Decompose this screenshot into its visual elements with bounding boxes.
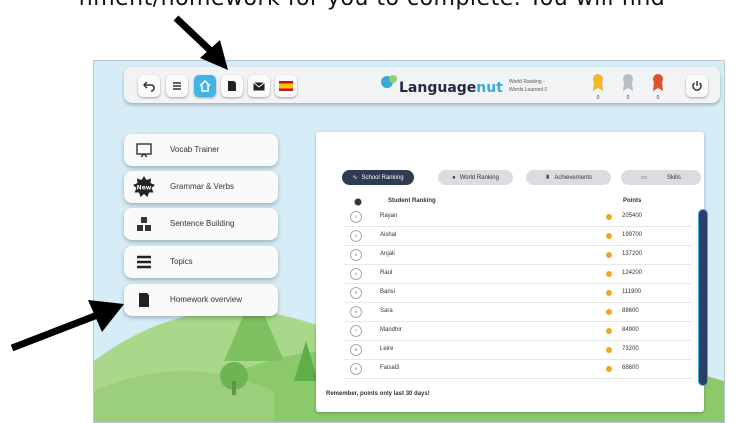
globe-header-icon [354,198,362,206]
rank-number: 5 [350,287,362,299]
table-row: 9 Faisal3 68600 [344,360,692,379]
table-row: 3 Anjali 137200 [344,246,692,265]
rank-number: 1 [350,211,362,223]
menu-button[interactable] [166,75,188,97]
languagenut-logo-icon [381,75,397,88]
mail-button[interactable] [248,75,270,97]
back-icon [143,81,155,92]
tab-achievements[interactable]: ♜ Achievements [526,170,611,185]
menu-icon [173,82,181,90]
table-row: 8 Leire 73200 [344,341,692,360]
vocab-trainer-button[interactable]: Vocab Trainer [124,134,278,166]
rank-number: 4 [350,268,362,280]
coin-icon [606,252,612,258]
table-row: 7 Mandhir 84900 [344,322,692,341]
tab-world-ranking[interactable]: ● World Ranking [438,170,513,185]
student-ranking-header: Student Ranking [388,198,436,204]
coin-icon [606,309,612,315]
coin-icon [606,214,612,220]
rank-number: 2 [350,230,362,242]
student-name: Raul [380,270,393,276]
student-name: Leire [380,346,394,352]
rank-number: 6 [350,306,362,318]
table-row: 2 Aishal 199700 [344,227,692,246]
rank-number: 7 [350,325,362,337]
table-row: 1 Rayan 205400 [344,208,692,227]
home-icon [199,80,211,92]
globe-icon: ● [452,174,456,181]
silver-medal-icon [623,74,633,91]
gold-medal-icon [593,74,603,91]
skills-icon: ▭ [641,175,647,181]
student-points: 111900 [622,289,642,295]
homework-icon [228,81,236,91]
student-points: 84900 [622,327,639,333]
student-name: Bansi [380,289,396,295]
coin-icon [606,233,612,239]
student-points: 205400 [622,213,643,219]
language-button[interactable] [275,75,297,97]
coin-icon [606,290,612,296]
silver-medal: 0 [620,73,636,101]
student-name: Anjali [380,251,395,257]
back-button[interactable] [138,75,160,97]
student-name: Aishal [380,232,397,238]
student-name: Sara [380,308,393,314]
logo-text: Languagenut [399,80,503,96]
points-note: Remember, points only last 30 days! [326,391,430,397]
homework-overview-button[interactable]: Homework overview [124,284,278,316]
tab-school-ranking[interactable]: ∿ School Ranking [342,170,414,185]
blocks-icon [137,217,151,231]
coin-icon [606,271,612,277]
student-name: Faisal3 [380,365,400,371]
gold-medal: 0 [590,73,606,101]
arrow-top-icon [173,15,228,70]
student-points: 124200 [622,270,643,276]
new-badge-text: New [137,185,152,192]
arrow-left-icon [10,300,124,352]
table-row: 6 Sara 88600 [344,303,692,322]
coin-icon [606,347,612,353]
grammar-verbs-button[interactable]: New Grammar & Verbs [124,171,278,203]
scrollbar[interactable] [698,209,708,386]
trophy-icon: ♜ [544,175,551,181]
homework-book-icon [139,293,149,307]
mail-icon [253,81,265,90]
coin-icon [606,328,612,334]
rank-number: 8 [350,344,362,356]
student-points: 199700 [622,232,643,238]
power-icon [692,81,702,91]
homework-button[interactable] [221,75,243,97]
student-points: 68600 [622,365,639,371]
topics-button[interactable]: Topics [124,246,278,278]
student-name: Mandhir [380,327,402,333]
table-row: 5 Bansi 111900 [344,284,692,303]
activity-icon: ∿ [352,175,358,181]
bronze-medal: 0 [650,73,666,101]
coin-icon [606,366,612,372]
spain-flag-icon [279,81,293,91]
home-button[interactable] [194,75,216,97]
list-icon [137,255,151,269]
student-points: 137200 [622,251,643,257]
rank-number: 9 [350,363,362,375]
caption-text: nment/homework for you to complete. You … [0,0,744,11]
student-points: 73200 [622,346,639,352]
rank-number: 3 [350,249,362,261]
words-learned-text: Words Learned 0 [509,87,548,93]
table-row: 4 Raul 124200 [344,265,692,284]
vocab-board-icon [136,143,152,158]
student-name: Rayan [380,213,398,219]
sentence-building-button[interactable]: Sentence Building [124,208,278,240]
points-header: Points [623,198,642,204]
ranking-panel: ∿ School Ranking ● World Ranking ♜ Achievem… [316,132,708,412]
tab-skills[interactable]: ▭ Skills [621,170,701,185]
student-points: 88600 [622,308,639,314]
new-badge-icon: New [133,176,155,197]
app-screenshot: Languagenut World Ranking - Words Learne… [93,60,725,423]
world-ranking-text: World Ranking - [509,79,545,85]
bronze-medal-icon [653,74,663,91]
power-button[interactable] [686,75,708,97]
